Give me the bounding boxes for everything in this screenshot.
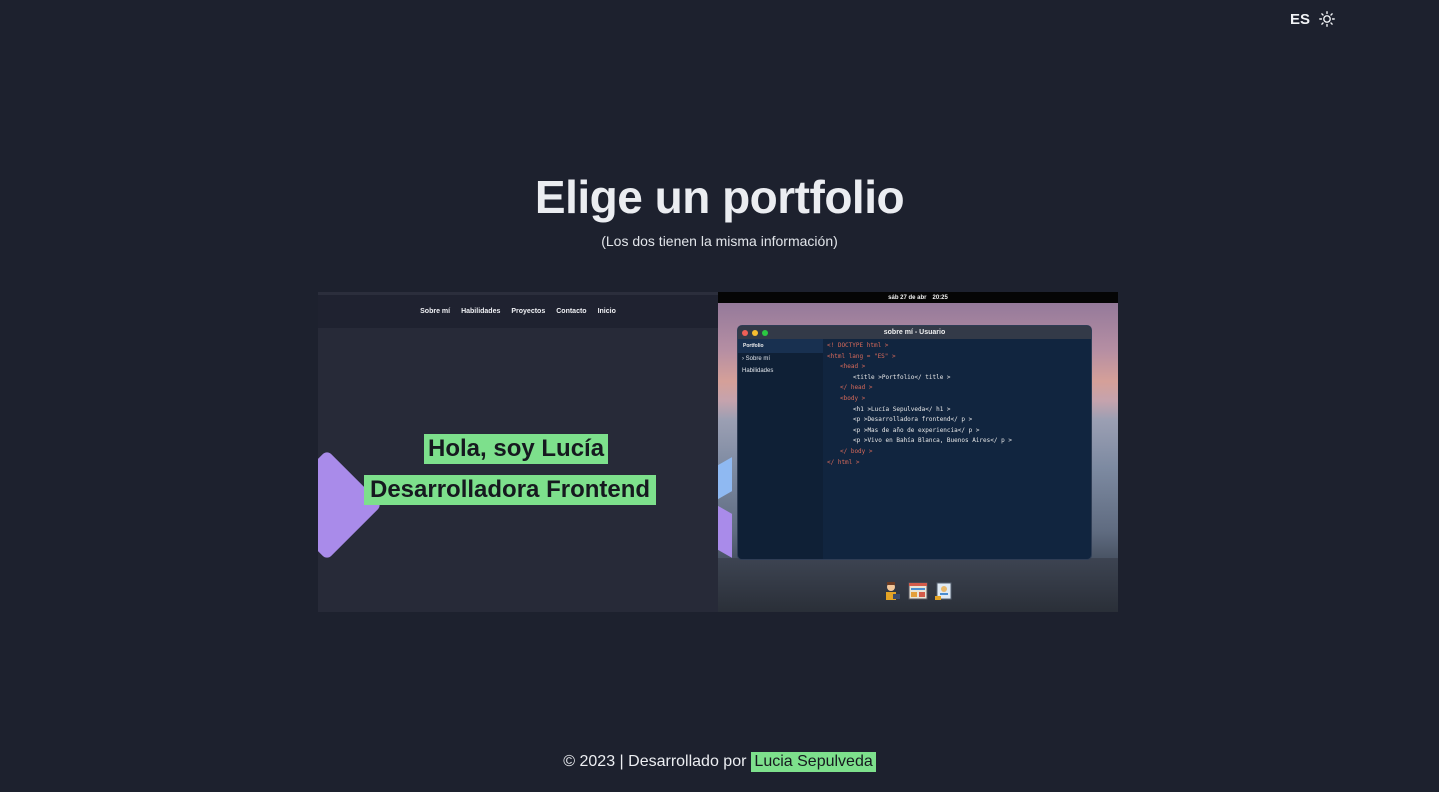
code-view: <! DOCTYPE html > <html lang = "ES" > <hea… [827,341,1012,468]
decorative-diamond [718,457,732,505]
preview-nav-item: Sobre mí [420,308,451,315]
desktop-portfolio-card[interactable]: sáb 27 de abr 20:25 sobre mí - Usuario P… [718,292,1118,612]
sun-icon[interactable] [1318,10,1336,28]
preview-hero-greeting: Hola, soy Lucía [424,434,609,464]
developer-avatar-icon [882,581,902,601]
sidebar-item-about: › Sobre mí [742,356,771,362]
portfolio-options: Sobre mí Habilidades Proyectos Contacto … [318,292,1118,612]
footer-copyright: © 2023 | Desarrollado por [563,753,747,770]
top-controls: ES [1290,10,1336,28]
decorative-diamond [718,500,732,558]
browser-window-icon [908,581,928,601]
code-line: </ body > [840,447,873,455]
code-line: <p >Desarrolladora frontend</ p > [853,416,973,424]
code-line: <h1 >Lucía Sepulveda</ h1 > [853,405,951,413]
sidebar-item-skills: Habilidades [742,368,774,374]
code-line: <p >Vivo en Bahía Blanca, Buenos Aires</… [853,437,1012,445]
preview-window: sobre mí - Usuario Portfolio › Sobre mí … [737,325,1092,560]
preview-menubar: sáb 27 de abr 20:25 [718,292,1118,303]
code-line: </ html > [827,458,860,466]
window-sidebar: Portfolio › Sobre mí Habilidades [738,339,823,559]
author-link[interactable]: Lucia Sepulveda [751,752,876,772]
window-titlebar: sobre mí - Usuario [738,326,1091,339]
code-line: <p >Mas de año de experiencia</ p > [853,426,980,434]
preview-nav-item: Inicio [597,308,616,315]
code-line: <html lang = "ES" > [827,352,896,360]
menubar-time: 20:25 [932,294,948,301]
decorative-diamond [318,449,383,561]
code-line: <head > [840,363,866,371]
code-line: <! DOCTYPE html > [827,342,889,349]
preview-hero-role: Desarrolladora Frontend [364,475,657,505]
page-title: Elige un portfolio [534,171,905,223]
code-line: <body > [840,394,866,402]
preview-nav-item: Proyectos [511,308,546,315]
language-toggle-button[interactable]: ES [1290,11,1310,28]
classic-portfolio-card[interactable]: Sobre mí Habilidades Proyectos Contacto … [318,292,718,612]
code-line: </ head > [840,384,873,392]
menubar-date: sáb 27 de abr [888,294,927,301]
preview-nav: Sobre mí Habilidades Proyectos Contacto … [318,292,718,328]
preview-nav-item: Contacto [556,308,587,315]
page-subtitle: (Los dos tienen la misma información) [601,233,838,249]
window-title: sobre mí - Usuario [883,329,946,336]
preview-dock [872,578,964,604]
footer: © 2023 | Desarrollado por Lucia Sepulved… [0,752,1439,772]
code-line: <title >Portfolio</ title > [853,373,951,381]
contact-card-icon [934,581,954,601]
sidebar-header: Portfolio [738,339,823,353]
preview-nav-item: Habilidades [461,308,501,315]
